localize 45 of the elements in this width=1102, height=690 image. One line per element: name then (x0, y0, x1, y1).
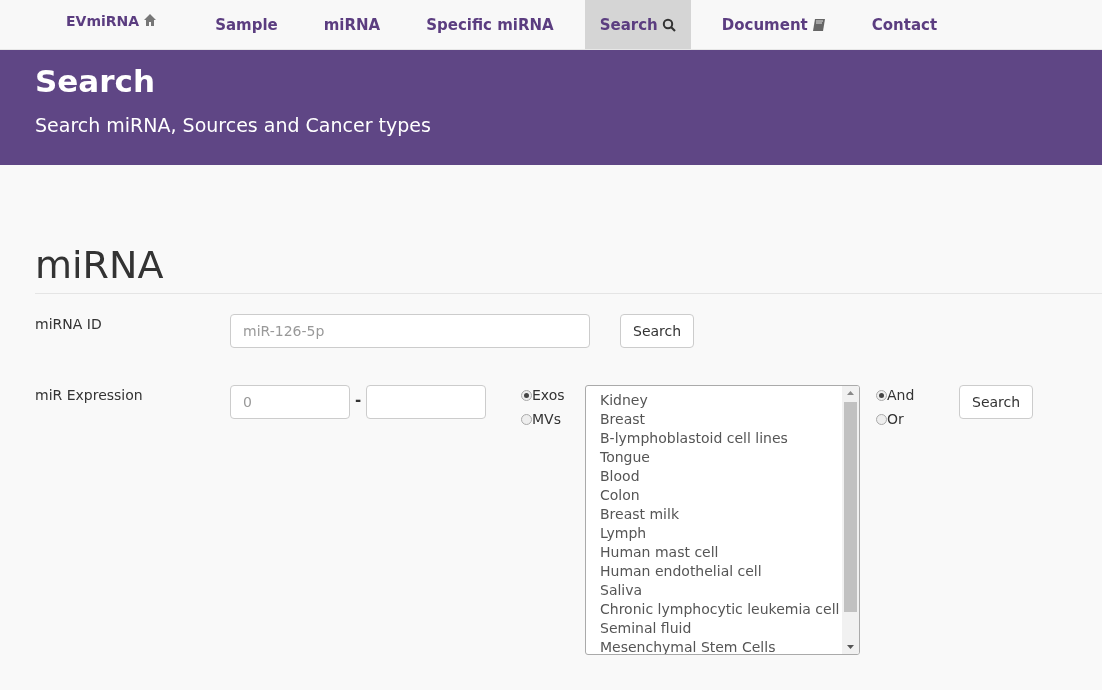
list-option[interactable]: B-lymphoblastoid cell lines (600, 429, 842, 448)
nav-link[interactable]: miRNA (308, 0, 396, 49)
home-icon (143, 13, 158, 27)
nav-link[interactable]: Document (706, 0, 841, 49)
brand-link[interactable]: EVmiRNA (51, 0, 173, 49)
radio-label: Or (887, 411, 904, 427)
list-option[interactable]: Breast milk (600, 505, 842, 524)
radio-button[interactable] (876, 413, 887, 425)
list-option[interactable]: Seminal fluid (600, 619, 842, 638)
search-icon (661, 17, 676, 32)
nav-link[interactable]: Contact (856, 0, 953, 49)
list-option[interactable]: Human endothelial cell (600, 562, 842, 581)
input-field[interactable]: miR-126-5p (230, 314, 590, 348)
radio-label: And (887, 387, 915, 403)
list-option[interactable]: Saliva (600, 581, 842, 600)
nav-link[interactable]: Search (584, 0, 691, 49)
radio-button[interactable] (876, 389, 887, 401)
field-label: miRNA ID (35, 315, 103, 332)
list-option[interactable]: Lymph (600, 524, 842, 543)
banner-title: Search (35, 62, 156, 100)
list-option[interactable]: Blood (600, 467, 842, 486)
list-option[interactable]: Colon (600, 486, 842, 505)
field-label: miR Expression (35, 386, 144, 403)
search-button[interactable]: Search (620, 314, 695, 348)
banner-subtitle: Search miRNA, Sources and Cancer types (35, 114, 432, 136)
radio-label: MVs (532, 411, 561, 427)
list-option[interactable]: Kidney (600, 391, 842, 410)
input-field[interactable] (366, 385, 486, 419)
radio-button[interactable] (521, 413, 532, 425)
input-field[interactable]: 0 (230, 385, 350, 419)
nav-link[interactable]: Specific miRNA (411, 0, 569, 49)
scrollbar[interactable] (842, 386, 859, 654)
radio-label: Exos (532, 387, 565, 403)
list-option[interactable]: Tongue (600, 448, 842, 467)
list-option[interactable]: Breast (600, 410, 842, 429)
list-option[interactable]: Chronic lymphocytic leukemia cell (600, 600, 842, 619)
range-separator: - (353, 390, 363, 409)
radio-button[interactable] (521, 389, 532, 401)
search-button[interactable]: Search (959, 385, 1034, 419)
list-option[interactable]: Mesenchymal Stem Cells (600, 638, 842, 654)
list-option[interactable]: Human mast cell (600, 543, 842, 562)
source-listbox[interactable]: Kidney Breast B-lymphoblastoid cell lines Tongue Blood Colon Breast milk Lymph Human mast cell Human endothelial cell Saliva Chronic lymphocytic leukemia cell Seminal fluid Mesenchymal Stem Cells (585, 385, 860, 655)
nav-link[interactable]: Sample (200, 0, 293, 49)
book-icon (811, 17, 826, 32)
section-heading: miRNA (35, 241, 1102, 294)
